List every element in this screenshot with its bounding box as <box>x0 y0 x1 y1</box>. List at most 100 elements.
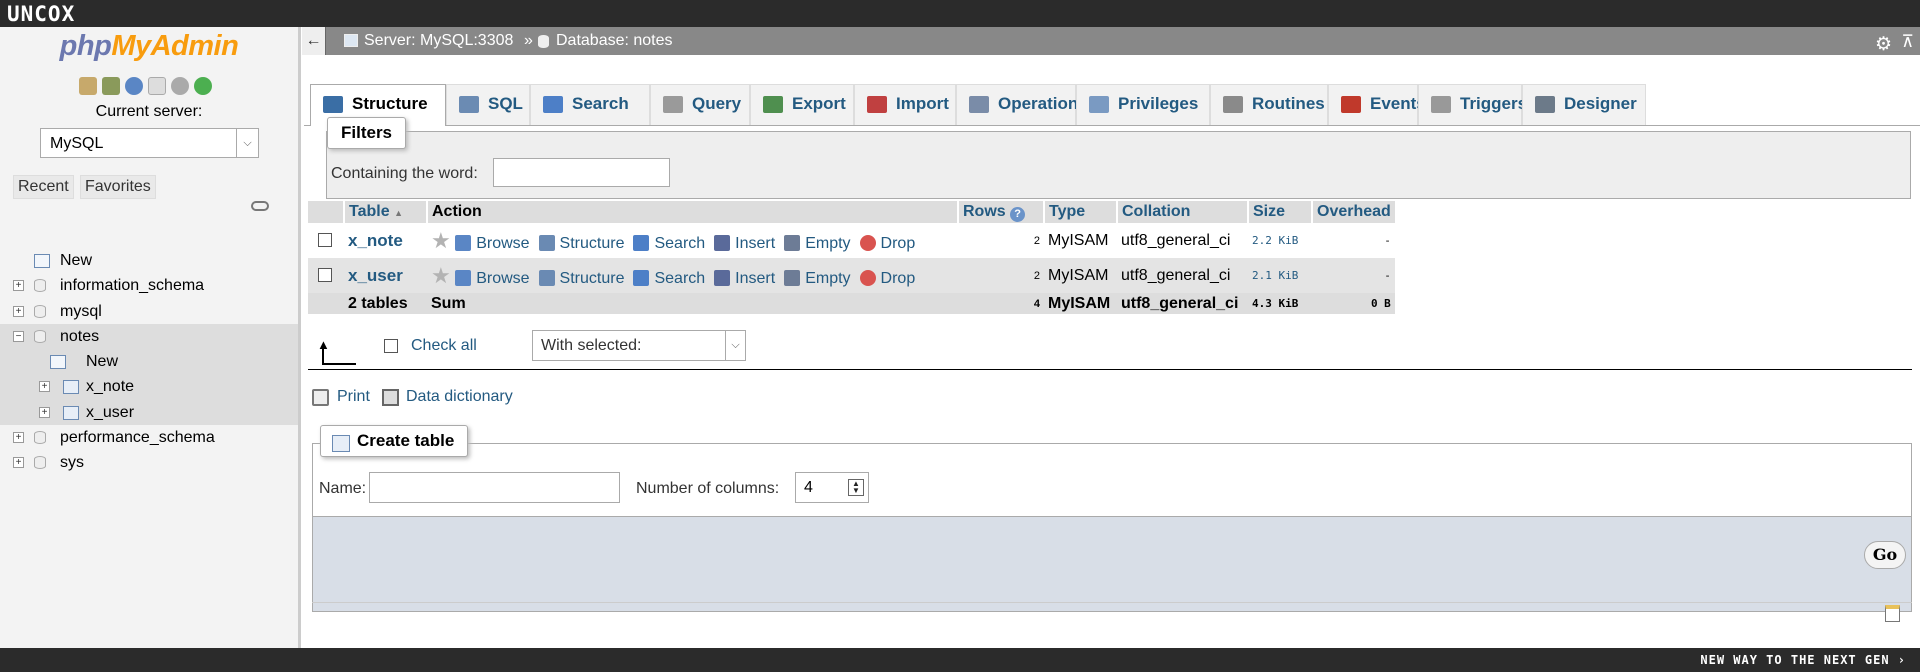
row-checkbox[interactable] <box>318 268 332 283</box>
breadcrumb-database[interactable]: Database: notes <box>556 27 673 55</box>
with-selected-select[interactable]: With selected: ⌵ <box>532 330 746 361</box>
tagline: NEW WAY TO THE NEXT GEN › <box>1700 653 1906 667</box>
table-row: x_user ★ Browse Structure Search Insert Empty… <box>308 258 1395 293</box>
empty-action[interactable]: Empty <box>784 234 851 252</box>
go-button[interactable]: Go <box>1864 541 1906 569</box>
tree-item-mysql[interactable]: + mysql <box>0 299 298 324</box>
table-column-header[interactable]: Table ▲ <box>344 201 428 223</box>
favorites-button[interactable]: Favorites <box>80 175 156 199</box>
tree-item-sys[interactable]: + sys <box>0 450 298 475</box>
drop-action[interactable]: Drop <box>859 269 915 287</box>
collapse-icon[interactable]: ⊼ <box>1902 28 1914 56</box>
expand-icon[interactable]: + <box>13 280 24 292</box>
phpmyadmin-logo[interactable]: phpMyAdmin <box>0 30 298 63</box>
sum-overhead: 0 B <box>1312 293 1395 314</box>
tree-item-label[interactable]: x_note <box>86 374 134 399</box>
tab-operations[interactable]: Operations <box>956 84 1088 125</box>
tab-export[interactable]: Export <box>750 84 854 125</box>
help-icon[interactable]: ? <box>1010 206 1026 222</box>
tree-new[interactable]: New <box>0 349 298 375</box>
sum-label: Sum <box>427 293 958 314</box>
gear-icon[interactable]: ⚙ <box>1875 31 1892 59</box>
browse-action[interactable]: Browse <box>455 269 530 287</box>
table-name-link[interactable]: x_user <box>348 266 403 285</box>
table-name-input[interactable] <box>369 472 620 503</box>
tree-item-label[interactable]: New <box>60 248 92 273</box>
tree-item-x-note[interactable]: + x_note <box>0 374 298 400</box>
tree-new[interactable]: New <box>0 248 298 273</box>
console-icon[interactable] <box>1885 605 1900 622</box>
print-icon[interactable] <box>312 389 329 406</box>
tree-item-label[interactable]: x_user <box>86 400 134 425</box>
expand-icon[interactable]: + <box>39 406 50 418</box>
expand-icon[interactable]: + <box>39 381 50 393</box>
tab-search[interactable]: Search <box>530 84 650 125</box>
docs-icon[interactable] <box>148 77 166 95</box>
expand-icon[interactable]: + <box>13 305 24 317</box>
check-all-label[interactable]: Check all <box>411 337 477 355</box>
insert-action[interactable]: Insert <box>714 269 775 287</box>
row-checkbox[interactable] <box>318 233 332 248</box>
star-icon[interactable]: ★ <box>431 263 451 288</box>
tree-item-notes[interactable]: − notes <box>0 323 298 350</box>
back-arrow-icon[interactable]: ← <box>302 27 326 55</box>
stepper-arrows-icon[interactable]: ▲ ▼ <box>848 479 864 496</box>
breadcrumb: ← Server: MySQL:3308 » Database: notes ⚙… <box>302 27 1920 55</box>
structure-action[interactable]: Structure <box>538 234 624 252</box>
type-column-header[interactable]: Type <box>1044 201 1118 223</box>
star-icon[interactable]: ★ <box>431 228 451 253</box>
data-dictionary-icon[interactable] <box>382 389 399 406</box>
settings-icon[interactable] <box>171 77 189 95</box>
browse-action[interactable]: Browse <box>455 234 530 252</box>
tab-sql[interactable]: SQL <box>446 84 530 125</box>
tab-triggers[interactable]: Triggers <box>1418 84 1527 125</box>
tree-item-performance-schema[interactable]: + performance_schema <box>0 425 298 450</box>
collation-column-header[interactable]: Collation <box>1117 201 1249 223</box>
tab-designer[interactable]: Designer <box>1522 84 1646 125</box>
recent-button[interactable]: Recent <box>13 175 74 199</box>
tab-import[interactable]: Import <box>854 84 956 125</box>
home-icon[interactable] <box>79 77 97 95</box>
reload-icon[interactable] <box>194 77 212 95</box>
tree-item-label[interactable]: information_schema <box>60 273 204 298</box>
size-value[interactable]: 2.2 KiB <box>1248 223 1312 258</box>
collapse-icon[interactable]: − <box>13 330 24 342</box>
search-action[interactable]: Search <box>633 269 705 287</box>
expand-icon[interactable]: + <box>13 432 24 444</box>
tab-events[interactable]: Events <box>1328 84 1426 125</box>
search-action[interactable]: Search <box>633 234 705 252</box>
help-icon[interactable] <box>125 77 143 95</box>
tree-item-information-schema[interactable]: + information_schema <box>0 273 298 298</box>
columns-stepper[interactable]: 4 ▲ ▼ <box>795 472 869 503</box>
filter-input[interactable] <box>493 158 670 187</box>
tree-item-label[interactable]: sys <box>60 450 84 475</box>
summary-row: 2 tables Sum 4 MyISAM utf8_general_ci 4.3 KiB… <box>308 293 1395 314</box>
link-icon[interactable] <box>251 201 269 211</box>
tree-item-label[interactable]: performance_schema <box>60 425 215 450</box>
data-dictionary-link[interactable]: Data dictionary <box>406 388 513 406</box>
empty-action[interactable]: Empty <box>784 269 851 287</box>
tab-query[interactable]: Query <box>650 84 750 125</box>
tree-item-label[interactable]: mysql <box>60 299 102 324</box>
tab-routines[interactable]: Routines <box>1210 84 1328 125</box>
insert-action[interactable]: Insert <box>714 234 775 252</box>
tree-item-label[interactable]: notes <box>60 324 99 349</box>
drop-action[interactable]: Drop <box>859 234 915 252</box>
table-name-link[interactable]: x_note <box>348 231 403 250</box>
tab-privileges[interactable]: Privileges <box>1076 84 1210 125</box>
expand-icon[interactable]: + <box>13 457 24 469</box>
overhead-column-header[interactable]: Overhead <box>1312 201 1395 223</box>
tree-item-x-user[interactable]: + x_user <box>0 399 298 426</box>
sort-asc-icon: ▲ <box>394 208 403 218</box>
size-column-header[interactable]: Size <box>1248 201 1313 223</box>
server-select[interactable]: MySQL ⌵ <box>40 128 259 158</box>
structure-action[interactable]: Structure <box>538 269 624 287</box>
print-link[interactable]: Print <box>337 388 370 406</box>
check-all-checkbox[interactable] <box>384 339 398 353</box>
breadcrumb-server[interactable]: Server: MySQL:3308 <box>364 27 513 55</box>
tree-item-label[interactable]: New <box>86 349 118 374</box>
logout-icon[interactable] <box>102 77 120 95</box>
rows-column-header[interactable]: Rows ? <box>958 201 1045 223</box>
operations-icon <box>969 96 989 113</box>
size-value[interactable]: 2.1 KiB <box>1248 258 1312 293</box>
